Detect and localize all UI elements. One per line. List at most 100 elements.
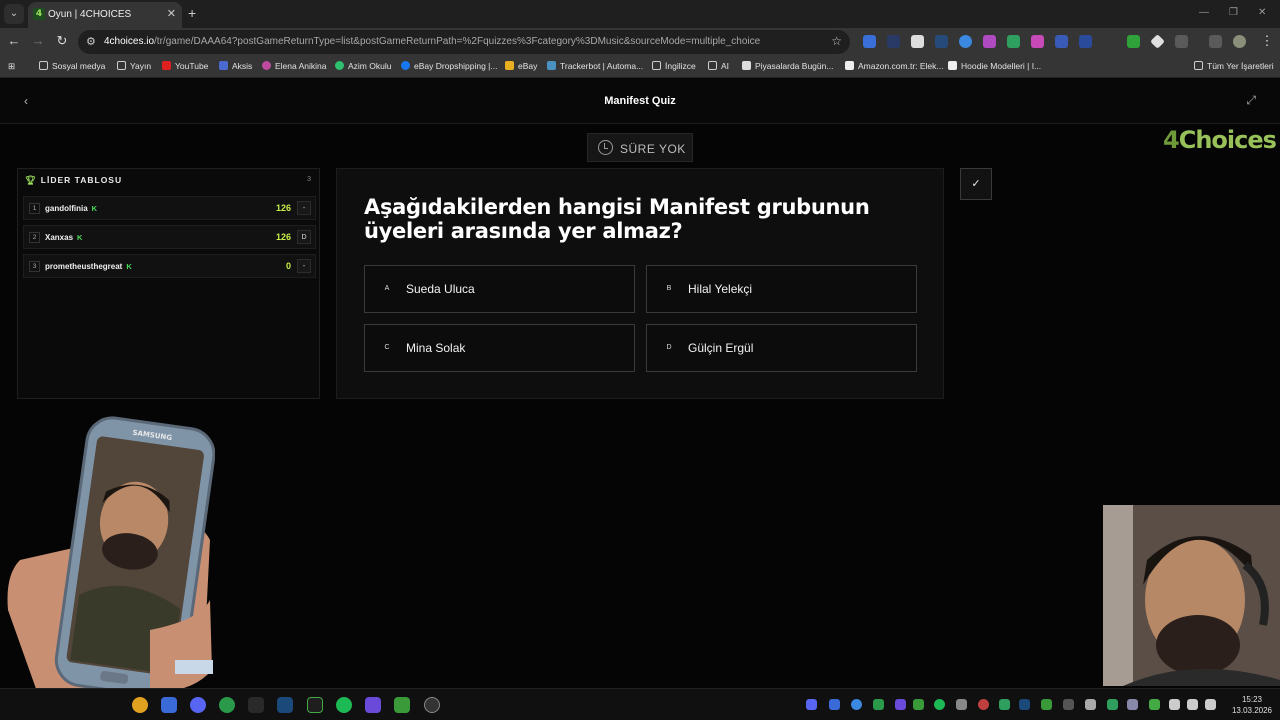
app-icon[interactable] <box>161 697 177 713</box>
chrome-icon[interactable] <box>132 697 148 713</box>
tray-spotify-icon[interactable] <box>934 699 945 710</box>
bookmark-item[interactable]: eBay Dropshipping |... <box>401 61 497 71</box>
option-key: A <box>384 285 390 292</box>
bookmark-item[interactable]: Trackerbot | Automa... <box>547 61 643 71</box>
browser-tab[interactable]: 4 Oyun | 4CHOICES ✕ <box>28 2 182 28</box>
extension-icon[interactable] <box>1007 35 1020 48</box>
microphone-icon[interactable] <box>1169 699 1180 710</box>
bookmark-star-icon[interactable]: ☆ <box>831 34 842 48</box>
bookmark-item[interactable]: Azim Okulu <box>335 61 391 71</box>
tray-icon[interactable] <box>1041 699 1052 710</box>
tray-icon[interactable] <box>1127 699 1138 710</box>
tray-icon[interactable] <box>1107 699 1118 710</box>
leaderboard-row: 1 gandolfinia K 126 - <box>23 196 316 220</box>
tray-icon[interactable] <box>956 699 967 710</box>
close-tab-icon[interactable]: ✕ <box>167 7 176 20</box>
app-icon[interactable] <box>365 697 381 713</box>
tray-icon[interactable] <box>999 699 1010 710</box>
tray-icon[interactable] <box>829 699 840 710</box>
maximize-icon[interactable]: ❐ <box>1229 7 1238 18</box>
app-header: ‹ Manifest Quiz ⤢ <box>0 79 1280 124</box>
back-icon[interactable]: ← <box>5 33 23 48</box>
extension-icon[interactable] <box>1031 35 1044 48</box>
network-icon[interactable] <box>1187 699 1198 710</box>
apps-icon[interactable]: ⊞ <box>8 61 15 72</box>
clock-icon <box>598 140 613 155</box>
player-name: Xanxas K <box>45 233 83 242</box>
all-bookmarks[interactable]: Tüm Yer İşaretleri <box>1194 61 1274 71</box>
option-d-button[interactable]: D Gülçin Ergül <box>646 324 917 372</box>
extension-icon[interactable] <box>1079 35 1092 48</box>
reload-icon[interactable]: ↻ <box>53 33 71 49</box>
bookmark-item[interactable]: Amazon.com.tr: Elek... <box>845 61 944 71</box>
player-answer: D <box>297 230 311 244</box>
bookmark-item[interactable]: Elena Anikina <box>262 61 327 71</box>
tray-steam-icon[interactable] <box>1019 699 1030 710</box>
timer-badge: SÜRE YOK <box>587 133 693 162</box>
extension-icon[interactable] <box>1150 34 1165 49</box>
tab-search-button[interactable]: ⌄ <box>4 4 24 24</box>
option-label: Hilal Yelekçi <box>688 282 753 296</box>
tray-icon[interactable] <box>978 699 989 710</box>
player-answer: - <box>297 259 311 273</box>
clock-date: 13.03.2026 <box>1231 706 1272 715</box>
option-a-button[interactable]: A Sueda Uluca <box>364 265 635 313</box>
reading-list-icon[interactable] <box>1209 35 1222 48</box>
tray-icon[interactable] <box>1063 699 1074 710</box>
tray-icon[interactable] <box>851 699 862 710</box>
tray-icon[interactable] <box>1149 699 1160 710</box>
confirm-check-button[interactable]: ✓ <box>960 168 992 200</box>
extension-icon[interactable] <box>911 35 924 48</box>
minimize-icon[interactable]: — <box>1199 7 1209 18</box>
system-clock[interactable]: 15:23 13.03.2026 <box>1232 694 1272 716</box>
steam-icon[interactable] <box>277 697 293 713</box>
option-b-button[interactable]: B Hilal Yelekçi <box>646 265 917 313</box>
trophy-icon: 🏆︎ <box>25 175 37 185</box>
tray-icon[interactable] <box>1085 699 1096 710</box>
4choices-logo: 4Choices <box>1163 126 1277 154</box>
leaderboard-row: 2 Xanxas K 126 D <box>23 225 316 249</box>
volume-icon[interactable] <box>1205 699 1216 710</box>
avatar[interactable] <box>1233 35 1246 48</box>
address-bar[interactable]: ⚙ 4choices.io/tr/game/DAAA64?postGameRet… <box>78 30 850 54</box>
bookmark-item[interactable]: İngilizce <box>652 61 696 71</box>
obs-icon[interactable] <box>424 697 440 713</box>
bookmark-item[interactable]: Yayın <box>117 61 151 71</box>
extension-icon[interactable] <box>1055 35 1068 48</box>
new-tab-icon[interactable]: + <box>188 5 196 21</box>
tray-discord-icon[interactable] <box>806 699 817 710</box>
extension-icon[interactable] <box>983 35 996 48</box>
audio-extension-icon[interactable] <box>887 35 900 48</box>
menu-icon[interactable]: ⋮ <box>1258 33 1276 49</box>
puzzle-icon[interactable] <box>1175 35 1188 48</box>
app-icon[interactable] <box>394 697 410 713</box>
rank-badge: 1 <box>29 203 40 214</box>
bookmark-item[interactable]: Aksis <box>219 61 252 71</box>
forward-icon[interactable]: → <box>29 33 47 48</box>
close-window-icon[interactable]: ✕ <box>1258 7 1266 18</box>
extension-icon[interactable] <box>1127 35 1140 48</box>
spotify-icon[interactable] <box>336 697 352 713</box>
bookmark-item[interactable]: Hoodie Modelleri | I... <box>948 61 1041 71</box>
translate-extension-icon[interactable] <box>863 35 876 48</box>
extension-icon[interactable] <box>959 35 972 48</box>
tray-icon[interactable] <box>895 699 906 710</box>
bookmark-item[interactable]: YouTube <box>162 61 208 71</box>
bookmark-item[interactable]: Sosyal medya <box>39 61 105 71</box>
fullscreen-icon[interactable]: ⤢ <box>1246 93 1256 108</box>
tray-icon[interactable] <box>913 699 924 710</box>
site-info-icon[interactable]: ⚙ <box>86 35 96 48</box>
epic-games-icon[interactable] <box>248 697 264 713</box>
bookmark-item[interactable]: Piyasalarda Bugün... <box>742 61 833 71</box>
navigation-bar: ← → ↻ ⚙ 4choices.io/tr/game/DAAA64?postG… <box>0 28 1280 56</box>
xbox-icon[interactable] <box>219 697 235 713</box>
player-count: 3 <box>307 176 311 183</box>
terminal-icon[interactable] <box>307 697 323 713</box>
rank-badge: 2 <box>29 232 40 243</box>
option-c-button[interactable]: C Mina Solak <box>364 324 635 372</box>
bookmark-item[interactable]: AI <box>708 61 729 71</box>
extension-icon[interactable] <box>935 35 948 48</box>
discord-icon[interactable] <box>190 697 206 713</box>
bookmark-item[interactable]: eBay <box>505 61 537 71</box>
tray-icon[interactable] <box>873 699 884 710</box>
